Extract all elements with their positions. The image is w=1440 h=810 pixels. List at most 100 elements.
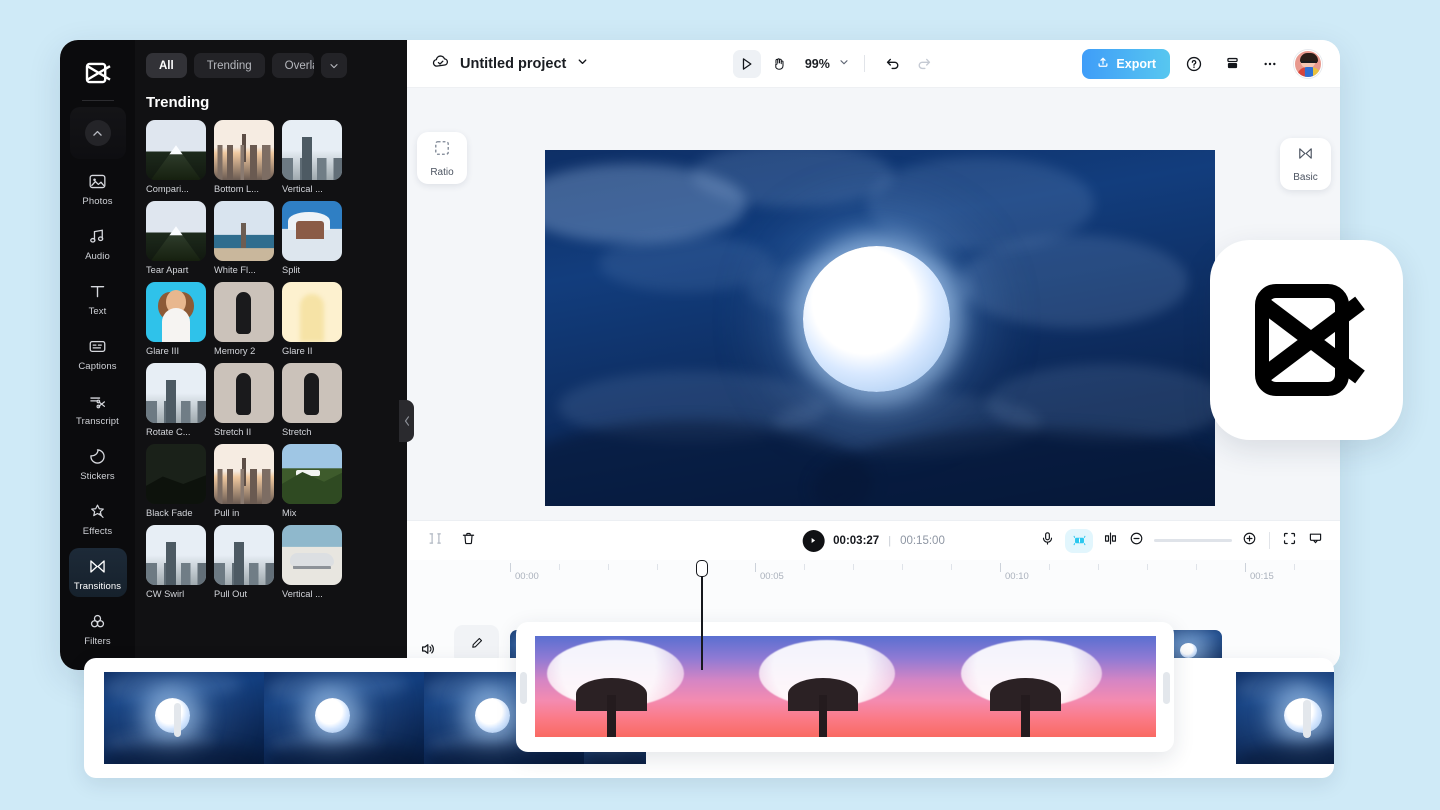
zoom-in-circle-icon[interactable] (1241, 530, 1258, 552)
sidebar-item-transitions[interactable]: Transitions (69, 548, 127, 597)
rail-collapse-button[interactable] (70, 107, 126, 159)
transition-item[interactable]: Glare III (146, 282, 206, 356)
floating-timeline-card-selected[interactable] (516, 622, 1174, 752)
clip-strip (535, 636, 1156, 737)
sidebar-item-audio[interactable]: Audio (69, 218, 127, 267)
playhead[interactable] (695, 560, 709, 670)
microphone-icon[interactable] (1039, 530, 1056, 552)
more-horizontal-icon[interactable] (1256, 50, 1284, 78)
track-display-icon[interactable] (1307, 530, 1324, 552)
sidebar-item-photos[interactable]: Photos (69, 163, 127, 212)
drag-handle-icon[interactable] (1163, 672, 1170, 704)
timeline-zoom-slider[interactable] (1154, 539, 1232, 542)
basic-label: Basic (1293, 172, 1317, 183)
sidebar-item-captions[interactable]: Captions (69, 328, 127, 377)
chevron-down-icon[interactable] (838, 55, 850, 73)
transition-item[interactable]: Mix (282, 444, 342, 518)
pencil-edit-icon (469, 635, 485, 656)
page-root: Photos Audio Text Captions (0, 0, 1440, 810)
sidebar-item-filters[interactable]: Filters (69, 603, 127, 652)
transition-label: Bottom L... (214, 184, 274, 194)
transition-item[interactable]: Glare II (282, 282, 342, 356)
timeline-ruler[interactable]: 00:00 00:05 00:10 00:15 (407, 560, 1340, 592)
transition-thumbnail (282, 282, 342, 342)
avatar[interactable] (1294, 50, 1322, 78)
video-preview[interactable] (545, 150, 1215, 506)
sidebar-item-text[interactable]: Text (69, 273, 127, 322)
transition-thumbnail (146, 525, 206, 585)
sidebar-item-label: Captions (78, 361, 116, 372)
transition-item[interactable]: Stretch II (214, 363, 274, 437)
mirror-split-icon[interactable] (1102, 530, 1119, 552)
panel-collapse-handle[interactable] (399, 400, 414, 442)
question-circle-icon[interactable] (1180, 50, 1208, 78)
project-title[interactable]: Untitled project (460, 56, 566, 72)
playback-controls: 00:03:27 | 00:15:00 (802, 530, 945, 552)
ratio-button[interactable]: Ratio (417, 132, 467, 184)
undo-icon[interactable] (879, 50, 907, 78)
transition-item[interactable]: Black Fade (146, 444, 206, 518)
effects-star-icon (88, 500, 107, 522)
transition-item[interactable]: Pull Out (214, 525, 274, 599)
drag-handle-icon[interactable] (520, 672, 527, 704)
tab-all[interactable]: All (146, 53, 187, 78)
transition-thumbnail (146, 282, 206, 342)
zoom-out-circle-icon[interactable] (1128, 530, 1145, 552)
clip-frame (742, 636, 949, 737)
split-clip-icon[interactable] (427, 530, 444, 552)
play-icon[interactable] (802, 530, 824, 552)
transition-item[interactable]: Bottom L... (214, 120, 274, 194)
sidebar-item-label: Text (89, 306, 107, 317)
transitions-icon (1297, 145, 1314, 167)
current-time: 00:03:27 (833, 535, 879, 547)
tab-overlay[interactable]: Overlay (272, 53, 314, 78)
cloud-check-icon[interactable] (431, 52, 450, 76)
sidebar-item-stickers[interactable]: Stickers (69, 438, 127, 487)
transition-item[interactable]: Vertical ... (282, 525, 342, 599)
drag-handle-icon[interactable] (174, 703, 181, 737)
cursor-select-icon[interactable] (733, 50, 761, 78)
chevron-down-icon[interactable] (321, 53, 347, 78)
transition-item[interactable]: Pull in (214, 444, 274, 518)
stickers-icon (88, 445, 107, 467)
transition-thumbnail (282, 363, 342, 423)
sidebar-item-effects[interactable]: Effects (69, 493, 127, 542)
export-button[interactable]: Export (1082, 49, 1170, 79)
zoom-level-value[interactable]: 99% (805, 57, 830, 71)
chevron-down-icon[interactable] (576, 55, 589, 73)
filters-icon (88, 610, 107, 632)
drag-handle-icon[interactable] (1303, 700, 1311, 738)
hand-pan-icon[interactable] (765, 50, 793, 78)
basic-button[interactable]: Basic (1280, 138, 1331, 190)
ruler-label: 00:05 (760, 571, 784, 582)
sidebar-item-label: Transcript (76, 416, 119, 427)
transition-item[interactable]: White Fl... (214, 201, 274, 275)
transition-item[interactable]: Vertical ... (282, 120, 342, 194)
transition-item[interactable]: Rotate C... (146, 363, 206, 437)
sidebar-item-label: Photos (82, 196, 112, 207)
capcut-logo-card (1210, 240, 1403, 440)
panel-section-title: Trending (135, 86, 407, 120)
layout-stack-icon[interactable] (1218, 50, 1246, 78)
fit-screen-icon[interactable] (1281, 530, 1298, 552)
timeline-toolbar: 00:03:27 | 00:15:00 (407, 520, 1340, 560)
transition-item[interactable]: Compari... (146, 120, 206, 194)
transition-item[interactable]: Tear Apart (146, 201, 206, 275)
magic-sparkle-icon[interactable] (1065, 529, 1093, 553)
transition-item[interactable]: CW Swirl (146, 525, 206, 599)
playhead-handle[interactable] (696, 560, 708, 577)
transition-item[interactable]: Stretch (282, 363, 342, 437)
tab-trending[interactable]: Trending (194, 53, 265, 78)
ruler-label: 00:00 (515, 571, 539, 582)
transition-item[interactable]: Split (282, 201, 342, 275)
clip-frame (264, 672, 424, 764)
trash-icon[interactable] (460, 530, 477, 552)
sidebar-item-transcript[interactable]: Transcript (69, 383, 127, 432)
transition-item[interactable]: Memory 2 (214, 282, 274, 356)
redo-icon[interactable] (911, 50, 939, 78)
export-label: Export (1116, 57, 1156, 71)
transition-thumbnail (214, 201, 274, 261)
audio-note-icon (88, 225, 107, 247)
clip-frame (535, 636, 742, 737)
playhead-line (701, 577, 703, 670)
